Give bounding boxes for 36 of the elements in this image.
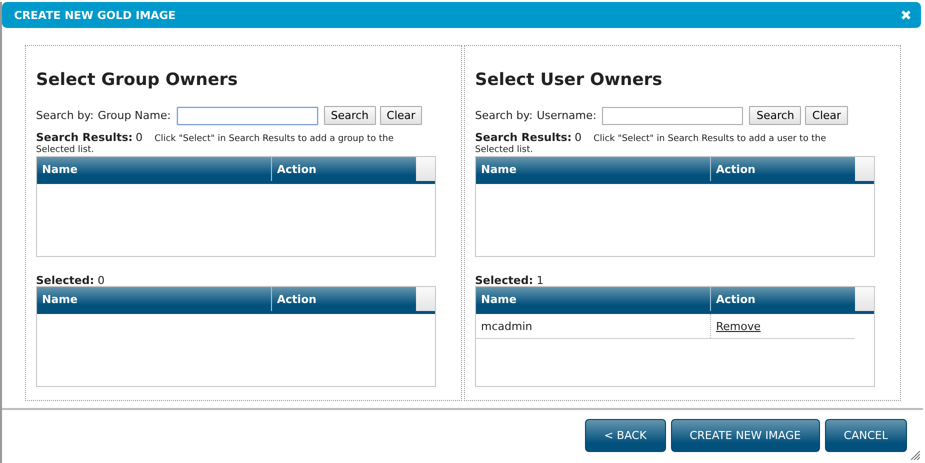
search-button[interactable]: Search [749, 106, 802, 125]
selected-label: Selected: 1 [475, 274, 545, 287]
scrollbar-corner [855, 157, 874, 181]
clear-button[interactable]: Clear [805, 106, 848, 125]
window-title: CREATE NEW GOLD IMAGE [14, 8, 176, 22]
column-header: Action [276, 292, 318, 308]
column-header: Name [476, 287, 711, 311]
scrollbar-corner [416, 157, 435, 181]
column-header: Name [37, 287, 272, 311]
resize-grip-icon[interactable] [910, 450, 920, 460]
column-header: Name [37, 157, 272, 181]
column-header: Action [276, 162, 318, 178]
table-cell: mcadmin [476, 314, 711, 338]
results-hint: Search Results: 0 Click "Select" in Search Results to add a user to the Selected list. [475, 132, 828, 156]
column-header: Action [715, 292, 756, 308]
panel-title: Select User Owners [475, 70, 664, 92]
remove-link[interactable]: Remove [716, 320, 761, 332]
results-hint: Search Results: 0 Click "Select" in Search Results to add a group to the Selected list. [36, 132, 395, 156]
close-icon[interactable] [901, 10, 911, 20]
search-label: Search by: [36, 109, 94, 122]
search-button[interactable]: Search [324, 106, 376, 125]
field-label: Group Name: [98, 109, 171, 122]
cancel-button[interactable]: CANCEL [824, 419, 907, 452]
search-label: Search by: [475, 109, 533, 122]
selected-label: Selected: 0 [36, 274, 106, 287]
scrollbar-corner [416, 287, 435, 311]
search-field[interactable] [176, 106, 318, 124]
create-image-button[interactable]: CREATE NEW IMAGE [670, 419, 820, 452]
scrollbar-corner [855, 287, 874, 311]
column-header: Name [476, 157, 711, 181]
clear-button[interactable]: Clear [380, 106, 422, 125]
search-field[interactable] [602, 106, 744, 124]
field-label: Username: [536, 109, 596, 122]
back-button[interactable]: < BACK [585, 419, 666, 452]
column-header: Action [715, 162, 756, 178]
panel-title: Select Group Owners [36, 70, 239, 92]
